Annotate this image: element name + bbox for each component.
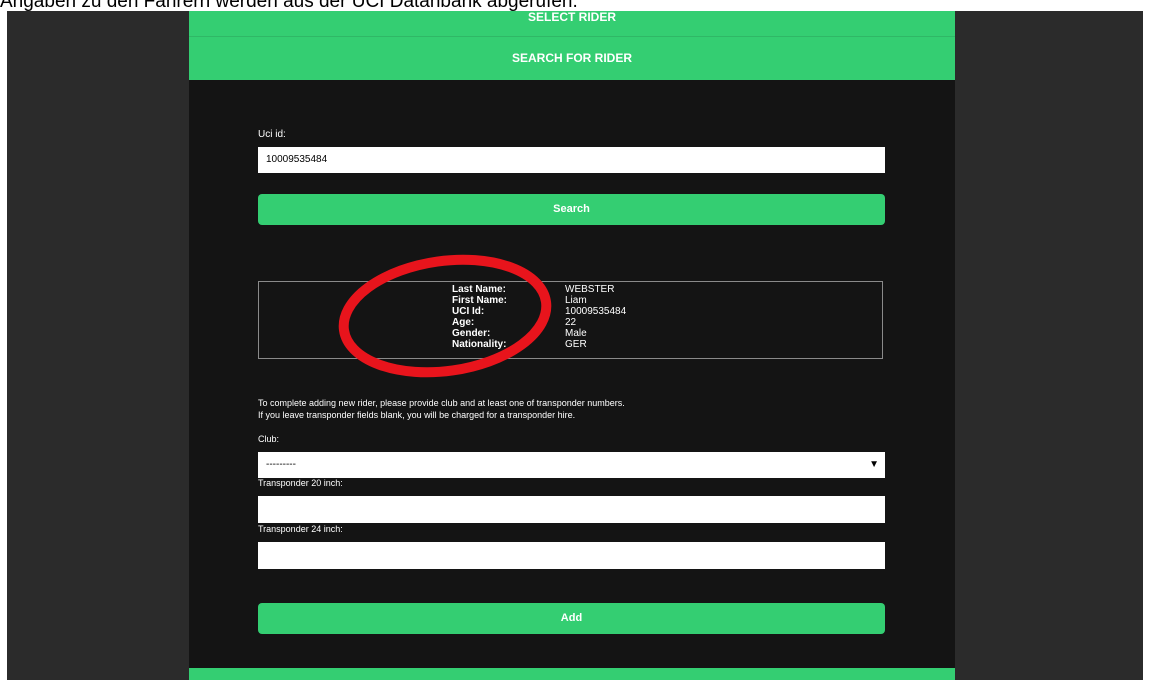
footer-bar [189,668,955,680]
rider-value: 10009535484 [565,306,627,317]
rider-value: Liam [565,295,587,306]
rider-value: GER [565,339,587,350]
uci-id-input[interactable]: 10009535484 [258,147,885,173]
club-select[interactable]: --------- ▼ [258,452,885,478]
search-for-rider-tab[interactable]: SEARCH FOR RIDER [189,37,955,80]
club-select-value: --------- [266,459,296,470]
rider-key: UCI Id: [452,306,485,317]
rider-value: Male [565,328,587,339]
form-note-line2: If you leave transponder fields blank, y… [258,410,576,420]
rider-key: Nationality: [452,339,507,350]
rider-key: Age: [452,317,475,328]
rider-value: WEBSTER [565,284,615,295]
rider-key: Gender: [452,328,491,339]
transponder-24-input[interactable] [258,542,885,569]
rider-value: 22 [565,317,577,328]
club-label: Club: [258,434,280,444]
form-note-line1: To complete adding new rider, please pro… [258,398,625,408]
dropdown-arrow-icon: ▼ [869,459,879,470]
transponder-20-input[interactable] [258,496,885,523]
rider-key: First Name: [452,295,508,306]
transponder-24-label: Transponder 24 inch: [258,524,343,534]
add-button[interactable]: Add [258,603,885,634]
select-rider-tab[interactable]: SELECT RIDER [189,11,955,37]
search-button[interactable]: Search [258,194,885,225]
rider-key: Last Name: [452,284,506,295]
rider-info-box: Last Name: WEBSTER First Name: Liam UCI … [258,281,883,359]
transponder-20-label: Transponder 20 inch: [258,478,343,488]
uci-id-label: Uci id: [258,129,286,140]
